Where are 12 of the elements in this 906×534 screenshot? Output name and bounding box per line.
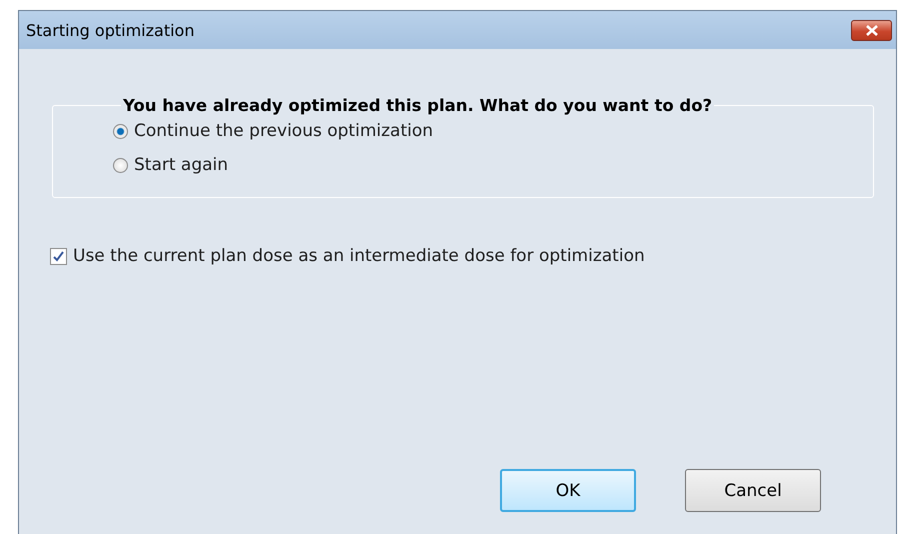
close-button[interactable] [851,20,892,40]
radio-button[interactable] [113,124,128,138]
close-icon [864,24,878,36]
radio-label: Continue the previous optimization [134,121,434,141]
group-legend: You have already optimized this plan. What do you want to do? [121,96,714,115]
dialog-button[interactable]: Cancel [685,469,821,512]
dialog-button[interactable]: OK [500,469,636,512]
radio-button[interactable] [113,158,128,172]
checkbox-label: Use the current plan dose as an intermediate dose for optimization [73,246,645,266]
radio-label: Start again [134,155,228,175]
window-title: Starting optimization [26,20,194,40]
checkbox[interactable] [50,248,67,264]
